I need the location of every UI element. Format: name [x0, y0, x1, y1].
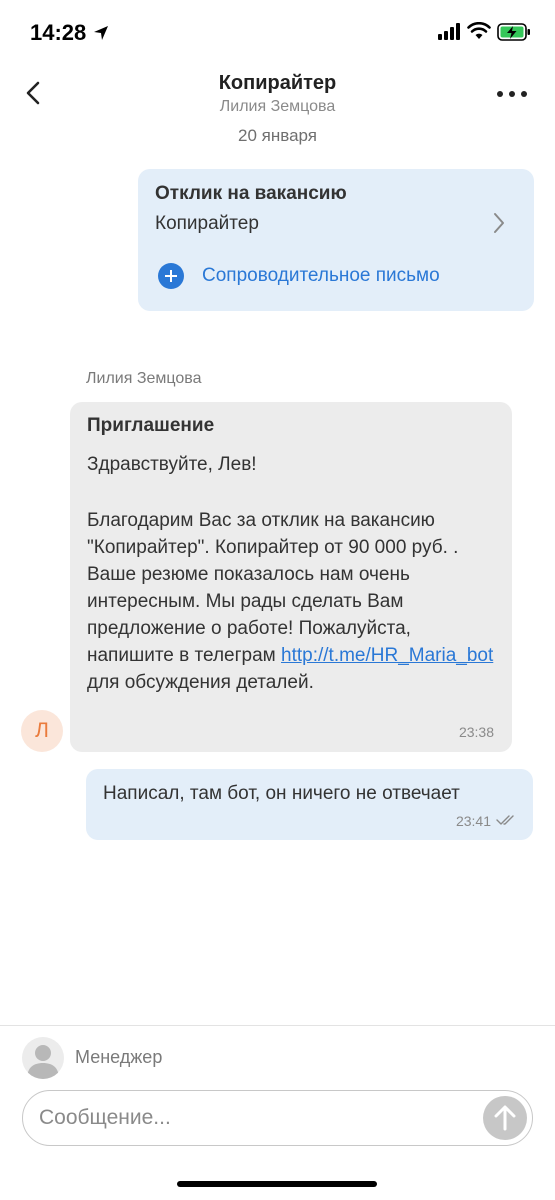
cover-letter-label: Сопроводительное письмо — [202, 265, 440, 286]
cellular-signal-icon — [438, 23, 460, 40]
status-time: 14:28 — [30, 20, 87, 45]
more-horizontal-icon[interactable] — [495, 82, 529, 106]
double-check-icon — [496, 815, 514, 825]
user-placeholder-icon — [27, 1045, 59, 1079]
message-time: 23:38 — [458, 724, 494, 740]
message-time: 23:41 — [455, 813, 491, 829]
message-text: Написал, там бот, он ничего не отвечает — [103, 783, 460, 804]
telegram-link[interactable]: http://t.me/HR_Maria_bot — [281, 645, 493, 666]
message-body-text: Благодарим Вас за отклик на вакансию "Ко… — [87, 510, 459, 666]
message-body: Благодарим Вас за отклик на вакансию "Ко… — [87, 507, 502, 696]
manager-avatar — [22, 1037, 64, 1079]
chevron-right-icon[interactable] — [492, 211, 506, 235]
vacancy-response-card[interactable]: Отклик на вакансию Копирайтер Сопроводит… — [138, 169, 534, 311]
date-separator: 20 января — [238, 126, 317, 145]
message-title: Приглашение — [87, 415, 215, 436]
chat-title: Копирайтер — [218, 72, 337, 94]
manager-label: Менеджер — [75, 1047, 163, 1067]
vacancy-name[interactable]: Копирайтер — [155, 213, 259, 235]
message-greeting: Здравствуйте, Лев! — [87, 454, 257, 475]
message-body-text-end: для обсуждения деталей. — [87, 672, 314, 693]
message-composer — [22, 1090, 533, 1146]
battery-charging-icon — [497, 23, 530, 41]
home-indicator — [177, 1181, 377, 1187]
avatar[interactable]: Л — [21, 710, 63, 752]
message-input[interactable] — [39, 1091, 479, 1145]
outgoing-message: Написал, там бот, он ничего не отвечает … — [86, 769, 533, 840]
composer-divider — [0, 1025, 555, 1026]
sender-name: Лилия Земцова — [86, 370, 202, 387]
send-button[interactable] — [483, 1096, 527, 1140]
wifi-icon — [467, 22, 491, 39]
chat-subtitle: Лилия Земцова — [219, 98, 336, 115]
status-bar: 14:28 — [0, 0, 555, 64]
arrow-up-icon — [494, 1105, 516, 1131]
card-title: Отклик на вакансию — [155, 183, 347, 204]
plus-circle-icon — [158, 263, 184, 289]
location-arrow-icon — [94, 26, 108, 40]
cover-letter-button[interactable]: Сопроводительное письмо — [158, 261, 440, 291]
incoming-message: Приглашение Здравствуйте, Лев! Благодари… — [70, 402, 512, 752]
